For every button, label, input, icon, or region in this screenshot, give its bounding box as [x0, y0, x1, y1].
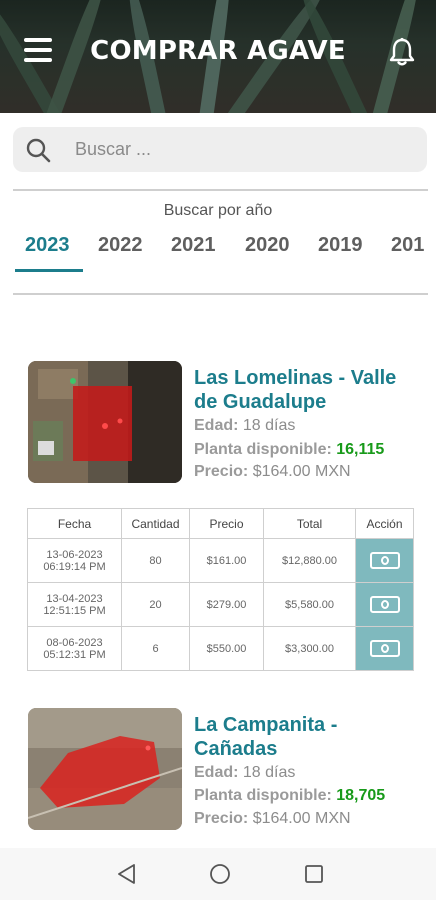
plants-value: 18,705 — [336, 787, 386, 804]
listing-age: Edad: 18 días — [194, 764, 295, 782]
date-cell: 08-06-2023 05:12:31 PM — [27, 626, 122, 671]
buy-action-button[interactable] — [355, 582, 414, 627]
quantity-cell: 80 — [121, 538, 190, 583]
cash-icon — [369, 640, 400, 657]
time-value: 12:51:15 PM — [43, 604, 106, 617]
listing-title-line: de Guadalupe — [194, 391, 327, 413]
plants-label: Planta disponible: — [194, 441, 332, 458]
listing-price: Precio: $164.00 MXN — [194, 463, 351, 481]
price-cell: $161.00 — [189, 538, 264, 583]
date-cell: 13-06-2023 06:19:14 PM — [27, 538, 122, 583]
age-label: Edad: — [194, 764, 239, 781]
column-header-price: Precio — [189, 508, 264, 539]
price-label: Precio: — [194, 810, 249, 827]
home-icon[interactable] — [208, 862, 232, 886]
price-value: $164.00 MXN — [252, 463, 351, 480]
time-value: 06:19:14 PM — [43, 560, 106, 573]
quantity-cell: 6 — [121, 626, 190, 671]
price-value: $164.00 MXN — [252, 810, 351, 827]
date-value: 13-04-2023 — [46, 592, 103, 605]
listing-thumbnail[interactable] — [28, 708, 182, 830]
column-header-quantity: Cantidad — [121, 508, 190, 539]
search-input[interactable] — [75, 127, 405, 172]
date-value: 13-06-2023 — [46, 548, 103, 561]
app-screen: COMPRAR AGAVE Buscar por año 2023 2022 2… — [0, 0, 436, 900]
selected-year-indicator — [15, 269, 83, 272]
search-icon — [26, 138, 51, 163]
listing-title-line: Cañadas — [194, 738, 278, 760]
divider — [13, 189, 428, 191]
tab-year-2022[interactable]: 2022 — [98, 234, 143, 257]
price-label: Precio: — [194, 463, 249, 480]
date-value: 08-06-2023 — [46, 636, 103, 649]
date-cell: 13-04-2023 12:51:15 PM — [27, 582, 122, 627]
plants-label: Planta disponible: — [194, 787, 332, 804]
total-cell: $12,880.00 — [263, 538, 356, 583]
quantity-cell: 20 — [121, 582, 190, 627]
system-navigation-bar — [0, 848, 436, 900]
buy-action-button[interactable] — [355, 538, 414, 583]
age-label: Edad: — [194, 417, 239, 434]
listing-title[interactable]: Las Lomelinas - Valle de Guadalupe — [194, 366, 424, 414]
table-row: 13-06-2023 06:19:14 PM 80 $161.00 $12,88… — [27, 538, 414, 583]
cash-icon — [369, 552, 400, 569]
table-row: 08-06-2023 05:12:31 PM 6 $550.00 $3,300.… — [27, 626, 414, 671]
tab-year-2018[interactable]: 201 — [391, 234, 424, 257]
tab-year-2019[interactable]: 2019 — [318, 234, 363, 257]
tab-year-2020[interactable]: 2020 — [245, 234, 290, 257]
total-cell: $5,580.00 — [263, 582, 356, 627]
price-cell: $279.00 — [189, 582, 264, 627]
listing-title-line: La Campanita - — [194, 714, 338, 736]
plants-value: 16,115 — [336, 441, 385, 458]
bell-icon[interactable] — [386, 36, 418, 68]
search-bar[interactable] — [13, 127, 427, 172]
buy-action-button[interactable] — [355, 626, 414, 671]
recents-icon[interactable] — [302, 862, 326, 886]
age-value: 18 días — [242, 764, 296, 781]
listing-thumbnail[interactable] — [28, 361, 182, 483]
app-header: COMPRAR AGAVE — [0, 0, 436, 113]
listing-title[interactable]: La Campanita - Cañadas — [194, 713, 424, 761]
back-icon[interactable] — [115, 862, 139, 886]
time-value: 05:12:31 PM — [43, 648, 106, 661]
tab-year-2021[interactable]: 2021 — [171, 234, 216, 257]
tab-year-2023[interactable]: 2023 — [25, 234, 70, 257]
listing-plants: Planta disponible: 16,115 — [194, 441, 384, 459]
listing-plants: Planta disponible: 18,705 — [194, 787, 385, 805]
listing-title-line: Las Lomelinas - Valle — [194, 367, 397, 389]
column-header-date: Fecha — [27, 508, 122, 539]
divider — [13, 293, 428, 295]
price-cell: $550.00 — [189, 626, 264, 671]
age-value: 18 días — [242, 417, 296, 434]
total-cell: $3,300.00 — [263, 626, 356, 671]
cash-icon — [369, 596, 400, 613]
table-row: 13-04-2023 12:51:15 PM 20 $279.00 $5,580… — [27, 582, 414, 627]
page-title: COMPRAR AGAVE — [90, 36, 346, 66]
column-header-action: Acción — [355, 508, 414, 539]
column-header-total: Total — [263, 508, 356, 539]
year-filter-label: Buscar por año — [163, 202, 273, 219]
purchases-table: Fecha Cantidad Precio Total Acción 13-06… — [27, 508, 414, 671]
year-tabs: 2023 2022 2021 2020 2019 201 — [0, 234, 436, 274]
listing-price: Precio: $164.00 MXN — [194, 810, 351, 828]
listing-age: Edad: 18 días — [194, 417, 295, 435]
